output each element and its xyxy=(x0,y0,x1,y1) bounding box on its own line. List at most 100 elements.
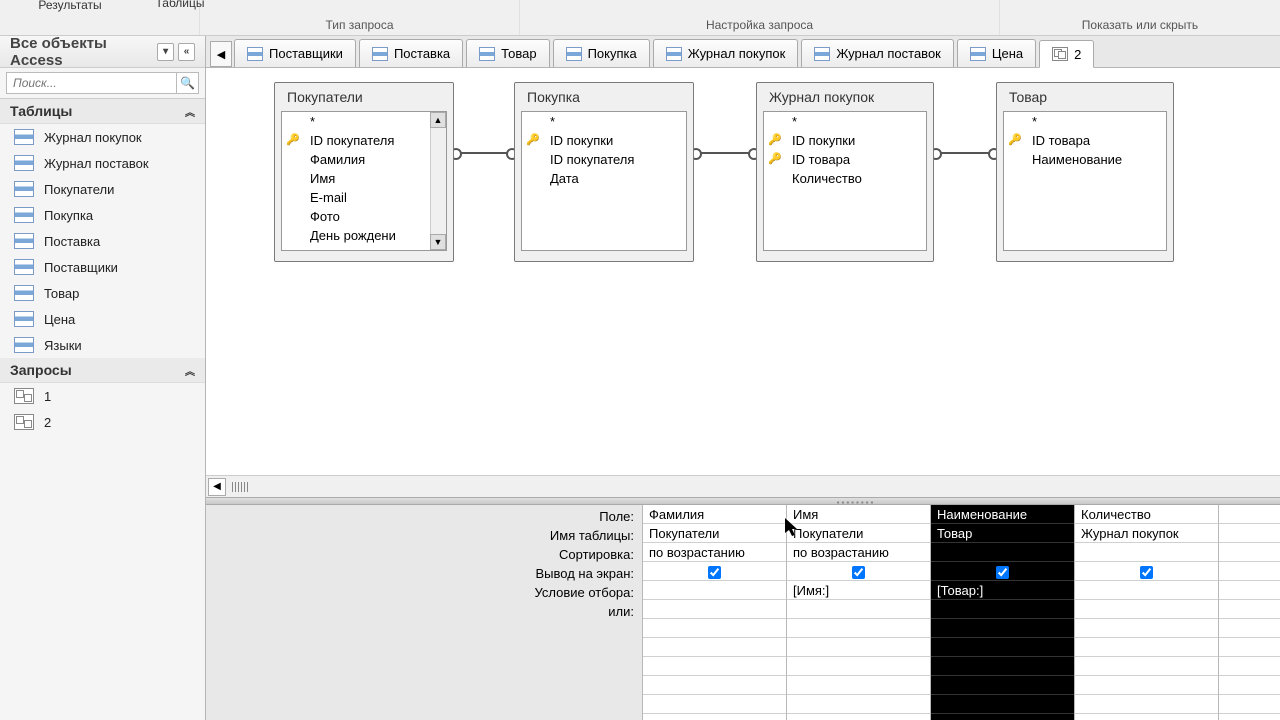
table-field[interactable]: Фото xyxy=(282,207,446,226)
table-field[interactable]: * xyxy=(522,112,686,131)
nav-table-item[interactable]: Товар xyxy=(0,280,205,306)
grid-cell-sort[interactable] xyxy=(1219,543,1280,562)
document-tab[interactable]: Журнал покупок xyxy=(653,39,799,67)
table-box[interactable]: Покупатели *ID покупателяФамилияИмяE-mai… xyxy=(274,82,454,262)
document-tab[interactable]: Поставка xyxy=(359,39,463,67)
table-field[interactable]: ID покупателя xyxy=(282,131,446,150)
nav-query-item[interactable]: 2 xyxy=(0,409,205,435)
nav-table-item[interactable]: Поставщики xyxy=(0,254,205,280)
grid-cell-or[interactable] xyxy=(1219,600,1280,619)
show-checkbox[interactable] xyxy=(996,566,1009,579)
grid-cell-empty[interactable] xyxy=(643,695,786,714)
show-checkbox[interactable] xyxy=(708,566,721,579)
table-field[interactable]: * xyxy=(764,112,926,131)
grid-cell-field[interactable]: Имя xyxy=(787,505,930,524)
grid-cell-empty[interactable] xyxy=(1219,695,1280,714)
table-field[interactable]: Количество xyxy=(764,169,926,188)
table-field[interactable]: ID покупки xyxy=(764,131,926,150)
relationship-line[interactable] xyxy=(934,152,996,154)
document-tab[interactable]: Товар xyxy=(466,39,549,67)
grid-column[interactable]: Наименование Товар [Товар:] xyxy=(930,505,1074,720)
grid-cell-empty[interactable] xyxy=(931,676,1074,695)
query-designer[interactable]: Покупатели *ID покупателяФамилияИмяE-mai… xyxy=(206,68,1280,497)
grid-cell-empty[interactable] xyxy=(787,695,930,714)
grid-cell-field[interactable]: Количество xyxy=(1075,505,1218,524)
show-checkbox[interactable] xyxy=(1140,566,1153,579)
grid-cell-show[interactable] xyxy=(1219,562,1280,581)
nav-table-item[interactable]: Покупатели xyxy=(0,176,205,202)
grid-cell-empty[interactable] xyxy=(1219,657,1280,676)
grid-cell-show[interactable] xyxy=(643,562,786,581)
table-field[interactable]: ID покупателя xyxy=(522,150,686,169)
relationship-line[interactable] xyxy=(694,152,756,154)
nav-query-item[interactable]: 1 xyxy=(0,383,205,409)
grid-cell-empty[interactable] xyxy=(1075,619,1218,638)
grid-cell-empty[interactable] xyxy=(1075,695,1218,714)
grid-cell-or[interactable] xyxy=(643,600,786,619)
grid-column[interactable]: Фамилия Покупатели по возрастанию xyxy=(642,505,786,720)
grid-cell-empty[interactable] xyxy=(1219,714,1280,720)
grid-cell-field[interactable] xyxy=(1219,505,1280,524)
grid-cell-empty[interactable] xyxy=(787,657,930,676)
grid-cell-sort[interactable]: по возрастанию xyxy=(643,543,786,562)
table-field[interactable]: E-mail xyxy=(282,188,446,207)
grid-column[interactable]: Имя Покупатели по возрастанию [Имя:] xyxy=(786,505,930,720)
table-field[interactable]: * xyxy=(282,112,446,131)
grid-cell-empty[interactable] xyxy=(643,714,786,720)
chevron-up-icon[interactable]: ︽ xyxy=(185,363,195,378)
horizontal-scrollbar[interactable]: ◀ ▶ xyxy=(206,475,1280,497)
relationship-line[interactable] xyxy=(454,152,514,154)
grid-cell-table[interactable]: Журнал покупок xyxy=(1075,524,1218,543)
scroll-grip[interactable] xyxy=(232,482,250,492)
table-field[interactable]: * xyxy=(1004,112,1166,131)
grid-cell-field[interactable]: Наименование xyxy=(931,505,1074,524)
nav-header[interactable]: Все объекты Access ▾ « xyxy=(0,36,205,68)
grid-column[interactable] xyxy=(1218,505,1280,720)
grid-cell-empty[interactable] xyxy=(1075,638,1218,657)
show-checkbox[interactable] xyxy=(852,566,865,579)
grid-cell-table[interactable]: Покупатели xyxy=(787,524,930,543)
grid-cell-empty[interactable] xyxy=(643,657,786,676)
search-input[interactable] xyxy=(6,72,177,94)
grid-cell-empty[interactable] xyxy=(1075,714,1218,720)
grid-cell-sort[interactable] xyxy=(931,543,1074,562)
nav-table-item[interactable]: Журнал покупок xyxy=(0,124,205,150)
ribbon-button-tables[interactable]: Таблицы xyxy=(155,0,204,10)
grid-cell-empty[interactable] xyxy=(787,676,930,695)
document-tab[interactable]: Журнал поставок xyxy=(801,39,954,67)
nav-section-queries[interactable]: Запросы ︽ xyxy=(0,358,205,383)
grid-cell-empty[interactable] xyxy=(1219,676,1280,695)
chevron-up-icon[interactable]: ︽ xyxy=(185,104,195,119)
table-box[interactable]: Товар *ID товараНаименование xyxy=(996,82,1174,262)
grid-cell-empty[interactable] xyxy=(931,619,1074,638)
grid-cell-empty[interactable] xyxy=(1075,676,1218,695)
nav-table-item[interactable]: Покупка xyxy=(0,202,205,228)
nav-collapse-icon[interactable]: « xyxy=(178,43,195,61)
grid-cell-empty[interactable] xyxy=(931,638,1074,657)
search-icon[interactable]: 🔍 xyxy=(177,72,199,94)
grid-cell-show[interactable] xyxy=(1075,562,1218,581)
grid-cell-or[interactable] xyxy=(931,600,1074,619)
table-field[interactable]: День рождени xyxy=(282,226,446,245)
grid-cell-empty[interactable] xyxy=(787,619,930,638)
grid-cell-table[interactable]: Товар xyxy=(931,524,1074,543)
document-tab[interactable]: 2 xyxy=(1039,40,1094,68)
grid-cell-criteria[interactable] xyxy=(1219,581,1280,600)
grid-cell-or[interactable] xyxy=(1075,600,1218,619)
grid-cell-table[interactable] xyxy=(1219,524,1280,543)
tab-scroll-left[interactable]: ◀ xyxy=(210,41,232,67)
grid-cell-empty[interactable] xyxy=(931,714,1074,720)
grid-cell-show[interactable] xyxy=(787,562,930,581)
table-box[interactable]: Журнал покупок *ID покупкиID товараКолич… xyxy=(756,82,934,262)
table-field[interactable]: ID товара xyxy=(1004,131,1166,150)
grid-cell-criteria[interactable]: [Товар:] xyxy=(931,581,1074,600)
grid-cell-empty[interactable] xyxy=(643,638,786,657)
table-field[interactable]: Имя xyxy=(282,169,446,188)
grid-cell-field[interactable]: Фамилия xyxy=(643,505,786,524)
grid-cell-criteria[interactable] xyxy=(643,581,786,600)
pane-splitter[interactable]: ▪▪▪▪▪▪▪▪ xyxy=(206,497,1280,505)
document-tab[interactable]: Покупка xyxy=(553,39,650,67)
grid-cell-empty[interactable] xyxy=(787,638,930,657)
table-field[interactable]: Фамилия xyxy=(282,150,446,169)
document-tab[interactable]: Поставщики xyxy=(234,39,356,67)
